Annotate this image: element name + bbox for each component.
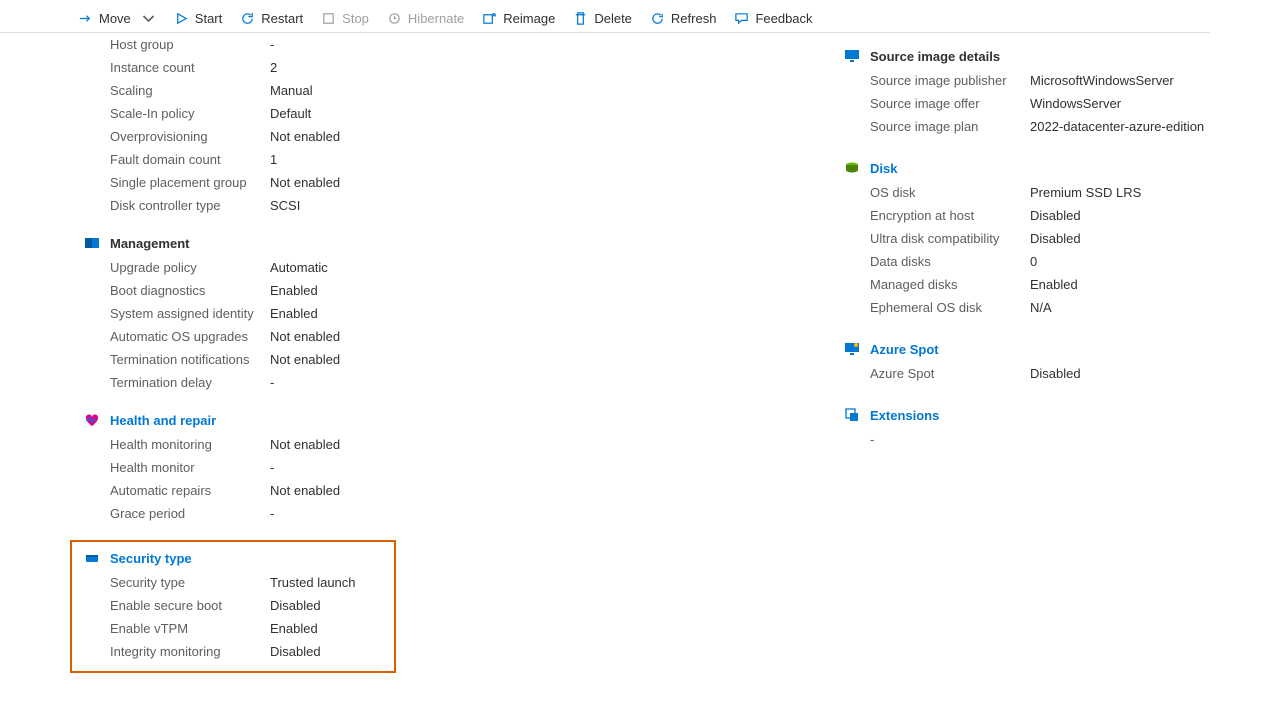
restart-button[interactable]: Restart [240, 11, 303, 26]
kv-row: Upgrade policyAutomatic [84, 256, 804, 279]
move-icon [78, 11, 93, 26]
kv-row: Data disks0 [844, 250, 1244, 273]
kv-row: - [844, 428, 1244, 451]
security-type-highlight: Security type Security typeTrusted launc… [70, 540, 396, 673]
kv-row: Ultra disk compatibilityDisabled [844, 227, 1244, 250]
section-security[interactable]: Security type [84, 550, 382, 566]
restart-icon [240, 11, 255, 26]
label: Start [195, 11, 222, 26]
kv-row: OS diskPremium SSD LRS [844, 181, 1244, 204]
kv-row: Enable vTPMEnabled [84, 617, 382, 640]
label: Refresh [671, 11, 717, 26]
section-extensions[interactable]: Extensions [844, 407, 1244, 423]
stop-button: Stop [321, 11, 369, 26]
kv-row: Boot diagnosticsEnabled [84, 279, 804, 302]
refresh-button[interactable]: Refresh [650, 11, 717, 26]
label: Delete [594, 11, 632, 26]
kv-row: Termination notificationsNot enabled [84, 348, 804, 371]
delete-icon [573, 11, 588, 26]
heart-icon [84, 412, 100, 428]
refresh-icon [650, 11, 665, 26]
section-title: Source image details [870, 49, 1000, 64]
kv-row: Termination delay- [84, 371, 804, 394]
section-title: Extensions [870, 408, 939, 423]
kv-row: Disk controller typeSCSI [84, 194, 804, 217]
label: Restart [261, 11, 303, 26]
kv-row: Enable secure bootDisabled [84, 594, 382, 617]
kv-row: Ephemeral OS diskN/A [844, 296, 1244, 319]
section-title: Management [110, 236, 189, 251]
kv-row: ScalingManual [84, 79, 804, 102]
hibernate-button: Hibernate [387, 11, 464, 26]
spot-icon [844, 341, 860, 357]
label: Feedback [755, 11, 812, 26]
section-disk[interactable]: Disk [844, 160, 1244, 176]
kv-row: System assigned identityEnabled [84, 302, 804, 325]
kv-row: Managed disksEnabled [844, 273, 1244, 296]
right-column: Source image details Source image publis… [844, 33, 1244, 673]
chevron-down-icon [141, 11, 156, 26]
play-icon [174, 11, 189, 26]
section-title: Azure Spot [870, 342, 939, 357]
kv-row: Automatic OS upgradesNot enabled [84, 325, 804, 348]
command-bar: Move Start Restart Stop Hibernate Reimag… [0, 5, 1210, 33]
monitor-icon [844, 48, 860, 64]
kv-row: Single placement groupNot enabled [84, 171, 804, 194]
section-title: Security type [110, 551, 192, 566]
reimage-button[interactable]: Reimage [482, 11, 555, 26]
disk-icon [844, 160, 860, 176]
kv-row: Source image plan2022-datacenter-azure-e… [844, 115, 1244, 138]
kv-row: Host group- [84, 33, 804, 56]
section-management: Management [84, 235, 804, 251]
feedback-button[interactable]: Feedback [734, 11, 812, 26]
kv-row: Health monitoringNot enabled [84, 433, 804, 456]
kv-row: Scale-In policyDefault [84, 102, 804, 125]
kv-row: Source image offerWindowsServer [844, 92, 1244, 115]
move-button[interactable]: Move [78, 11, 156, 26]
kv-row: OverprovisioningNot enabled [84, 125, 804, 148]
section-azure-spot[interactable]: Azure Spot [844, 341, 1244, 357]
kv-row: Source image publisherMicrosoftWindowsSe… [844, 69, 1244, 92]
security-icon [84, 550, 100, 566]
kv-row: Automatic repairsNot enabled [84, 479, 804, 502]
delete-button[interactable]: Delete [573, 11, 632, 26]
section-source-image: Source image details [844, 48, 1244, 64]
section-title: Health and repair [110, 413, 216, 428]
management-icon [84, 235, 100, 251]
label: Hibernate [408, 11, 464, 26]
kv-row: Instance count2 [84, 56, 804, 79]
start-button[interactable]: Start [174, 11, 222, 26]
left-column: Host group- Instance count2 ScalingManua… [84, 33, 804, 673]
extensions-icon [844, 407, 860, 423]
section-health[interactable]: Health and repair [84, 412, 804, 428]
kv-row: Azure SpotDisabled [844, 362, 1244, 385]
label: Move [99, 11, 131, 26]
kv-row: Integrity monitoringDisabled [84, 640, 382, 663]
feedback-icon [734, 11, 749, 26]
section-title: Disk [870, 161, 897, 176]
reimage-icon [482, 11, 497, 26]
content-columns: Host group- Instance count2 ScalingManua… [0, 33, 1280, 673]
kv-row: Health monitor- [84, 456, 804, 479]
kv-row: Grace period- [84, 502, 804, 525]
stop-icon [321, 11, 336, 26]
kv-row: Fault domain count1 [84, 148, 804, 171]
label: Reimage [503, 11, 555, 26]
hibernate-icon [387, 11, 402, 26]
kv-row: Security typeTrusted launch [84, 571, 382, 594]
kv-row: Encryption at hostDisabled [844, 204, 1244, 227]
label: Stop [342, 11, 369, 26]
